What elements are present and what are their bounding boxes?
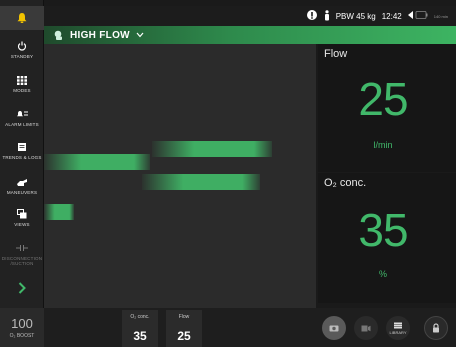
lock-button[interactable] — [424, 316, 448, 340]
mode-selector[interactable]: HIGH FLOW — [44, 26, 456, 44]
flow-wave-segment — [142, 174, 260, 190]
person-icon — [324, 9, 330, 23]
mode-name: HIGH FLOW — [70, 29, 130, 41]
library-icon — [394, 322, 402, 328]
sidebar-item-trends-logs[interactable]: TRENDS & LOGS — [0, 141, 44, 160]
power-icon — [15, 40, 29, 52]
pbw-readout[interactable]: PBW 45 kg — [336, 12, 376, 21]
flow-unit: l/min — [373, 140, 393, 150]
sidebar-item-maneuvers[interactable]: MANEUVERS — [0, 176, 44, 195]
sidebar-item-label: DISCONNECTION /SUCTION — [1, 256, 43, 266]
views-icon — [15, 208, 29, 220]
o2-conc-setting-value: 35 — [133, 329, 147, 343]
signal-text: 140 min — [433, 13, 448, 19]
library-button[interactable]: LIBRARY — [386, 316, 410, 340]
sidebar-item-alarm-limits[interactable]: ALARM LIMITS — [0, 108, 44, 127]
sidebar-item-label: VIEWS — [14, 222, 30, 227]
flow-value: 25 — [358, 73, 408, 125]
alarm-bell-button[interactable] — [0, 6, 44, 30]
o2-conc-value: 35 — [358, 204, 408, 256]
library-label: LIBRARY — [389, 329, 407, 335]
flow-setting-label: Flow — [178, 314, 190, 320]
sidebar-item-label: ALARM LIMITS — [5, 122, 39, 127]
sidebar-item-disconnection[interactable]: DISCONNECTION /SUCTION — [0, 242, 44, 266]
status-bar: PBW 45 kg 12:42 140 min — [44, 6, 456, 26]
o2-conc-parameter-panel[interactable]: O₂ conc. 35 % — [318, 173, 456, 303]
o2-conc-unit: % — [378, 269, 387, 279]
o2-boost-value: 100 — [11, 316, 33, 331]
flow-wave-segment — [152, 141, 272, 157]
chevron-down-icon — [136, 32, 144, 38]
grid-icon — [15, 74, 29, 86]
sidebar-next-button[interactable] — [0, 276, 44, 300]
bell-icon — [17, 13, 27, 23]
chevron-right-icon — [18, 282, 26, 294]
battery-plug-icon — [407, 10, 428, 22]
sidebar-item-label: MODES — [13, 88, 31, 93]
sidebar-item-label: MANEUVERS — [6, 190, 38, 195]
sidebar-item-modes[interactable]: MODES — [0, 74, 44, 93]
video-button[interactable] — [354, 316, 378, 340]
waveform-area — [44, 44, 316, 308]
disconnection-icon — [15, 242, 29, 254]
o2-boost-button[interactable]: 100 O₂ BOOST — [0, 308, 44, 347]
bottom-controls: O₂ conc. 35 Flow 25 LIBRARY — [44, 308, 456, 347]
sidebar-item-label: TRENDS & LOGS — [2, 155, 42, 160]
camera-icon — [329, 325, 339, 332]
o2-conc-setting[interactable]: O₂ conc. 35 — [122, 310, 158, 347]
flow-title: Flow — [324, 48, 348, 60]
o2-boost-label: O₂ BOOST — [9, 333, 35, 339]
flow-parameter-panel[interactable]: Flow 25 l/min — [318, 44, 456, 172]
left-sidebar: STANDBY MODES ALARM LIMITS TRENDS & LOGS… — [0, 0, 44, 347]
lock-icon — [433, 323, 439, 333]
flow-setting-value: 25 — [177, 329, 191, 343]
flow-setting[interactable]: Flow 25 — [166, 310, 202, 347]
video-icon — [361, 325, 371, 331]
flow-wave-segment — [44, 204, 74, 220]
trends-icon — [15, 141, 29, 153]
mode-humidifier-icon — [54, 30, 62, 40]
o2-conc-setting-label: O₂ conc. — [130, 314, 150, 320]
clock-time: 12:42 — [381, 11, 402, 21]
hand-icon — [15, 176, 29, 188]
flow-wave-segment — [44, 154, 150, 170]
alarm-limits-icon — [15, 108, 29, 120]
camera-button[interactable] — [322, 316, 346, 340]
sidebar-item-label: STANDBY — [10, 54, 34, 59]
sidebar-item-views[interactable]: VIEWS — [0, 208, 44, 227]
patient-info-icon[interactable] — [306, 9, 318, 23]
o2-conc-title: O₂ conc. — [324, 177, 367, 189]
sidebar-item-standby[interactable]: STANDBY — [0, 40, 44, 59]
